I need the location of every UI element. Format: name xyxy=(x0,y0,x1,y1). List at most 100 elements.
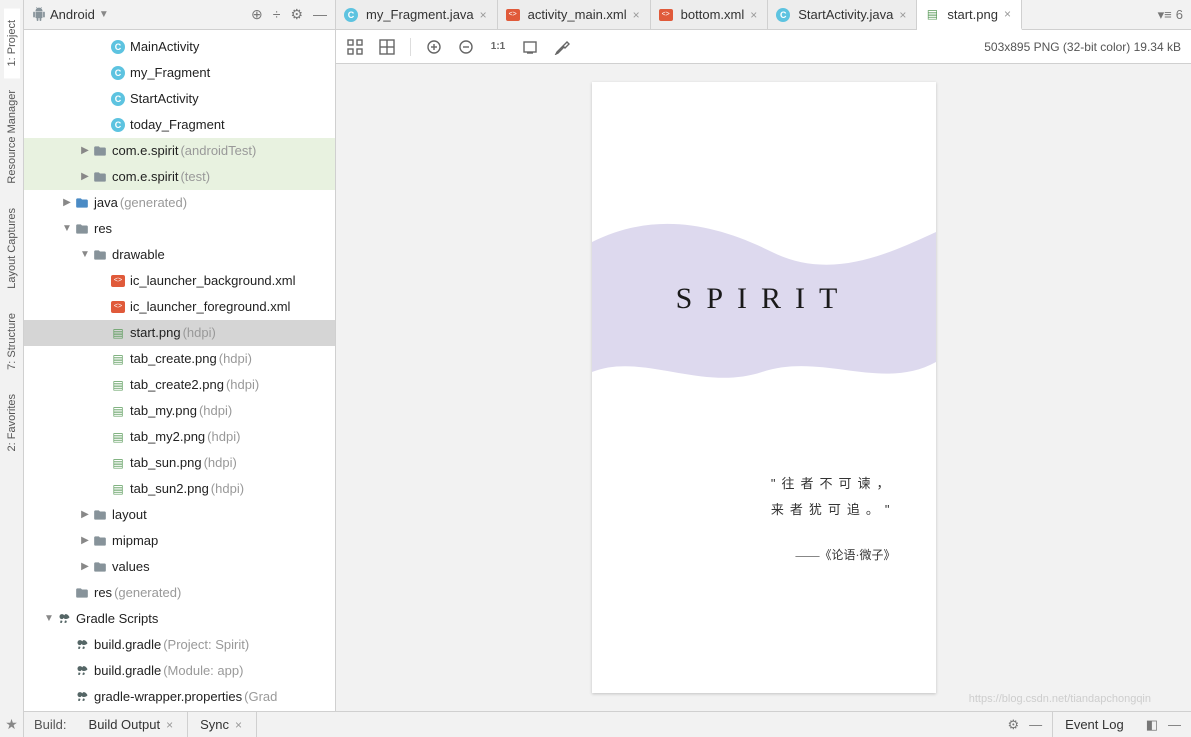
tree-row[interactable]: <>ic_launcher_foreground.xml xyxy=(24,294,335,320)
project-view-name: Android xyxy=(50,7,95,22)
project-tree[interactable]: CMainActivityCmy_FragmentCStartActivityC… xyxy=(24,30,336,711)
tree-row[interactable]: build.gradle (Project: Spirit) xyxy=(24,632,335,658)
rail-resource-manager[interactable]: Resource Manager xyxy=(4,78,20,196)
project-header: Android ▼ ⊕ ÷ ⚙ — xyxy=(24,0,335,30)
image-preview: SPIRIT "往者不可谏， 来者犹可追。" ——《论语·微子》 xyxy=(592,82,936,693)
tree-row[interactable]: build.gradle (Module: app) xyxy=(24,658,335,684)
tree-item-label: values xyxy=(112,559,150,574)
tree-item-label: StartActivity xyxy=(130,91,199,106)
tree-row[interactable]: CMainActivity xyxy=(24,34,335,60)
tree-row[interactable]: ▼ drawable xyxy=(24,242,335,268)
tree-row[interactable]: ▤start.png (hdpi) xyxy=(24,320,335,346)
tree-row[interactable]: ▼ res xyxy=(24,216,335,242)
collapse-all-icon[interactable]: ÷ xyxy=(273,6,281,23)
tree-row[interactable]: <>ic_launcher_background.xml xyxy=(24,268,335,294)
close-icon[interactable]: × xyxy=(233,718,244,732)
tree-item-hint: (test) xyxy=(180,169,210,184)
status-tab-sync[interactable]: Sync× xyxy=(188,712,257,737)
expand-icon[interactable]: ▼ xyxy=(78,249,92,260)
tree-item-hint: (hdpi) xyxy=(219,351,252,366)
close-icon[interactable]: × xyxy=(897,8,908,22)
select-tool-icon[interactable] xyxy=(346,38,364,56)
hide-panel-icon[interactable]: — xyxy=(313,6,327,23)
editor-tab[interactable]: ▤start.png× xyxy=(917,0,1022,30)
build-hide-icon[interactable]: — xyxy=(1029,717,1042,733)
close-icon[interactable]: × xyxy=(164,718,175,732)
tree-row[interactable]: ▶ layout xyxy=(24,502,335,528)
expand-icon[interactable]: ▶ xyxy=(78,145,92,156)
tree-row[interactable]: ▼ Gradle Scripts xyxy=(24,606,335,632)
status-menu-icon[interactable]: — xyxy=(1168,717,1181,732)
tab-label: activity_main.xml xyxy=(528,7,627,22)
editor-tab[interactable]: <>activity_main.xml× xyxy=(498,0,651,29)
rail-favorites[interactable]: 2: Favorites xyxy=(4,382,20,463)
tree-item-hint: (Grad xyxy=(244,689,277,704)
tree-item-label: drawable xyxy=(112,247,165,262)
tree-item-hint: (generated) xyxy=(120,195,187,210)
tree-item-label: layout xyxy=(112,507,147,522)
settings-gear-icon[interactable]: ⚙ xyxy=(290,6,303,23)
expand-icon[interactable]: ▶ xyxy=(78,509,92,520)
editor-tab[interactable]: Cmy_Fragment.java× xyxy=(336,0,498,29)
tree-row[interactable]: Ctoday_Fragment xyxy=(24,112,335,138)
tree-row[interactable]: ▶ com.e.spirit (test) xyxy=(24,164,335,190)
zoom-in-icon[interactable] xyxy=(425,38,443,56)
tabs-overflow[interactable]: ▾≡ 6 xyxy=(1150,0,1191,29)
tree-item-label: ic_launcher_background.xml xyxy=(130,273,295,288)
tree-row[interactable]: CStartActivity xyxy=(24,86,335,112)
tree-row[interactable]: ▤tab_create.png (hdpi) xyxy=(24,346,335,372)
expand-icon[interactable]: ▶ xyxy=(60,197,74,208)
grid-tool-icon[interactable] xyxy=(378,38,396,56)
editor-tab[interactable]: CStartActivity.java× xyxy=(768,0,917,29)
tree-row[interactable]: gradle-wrapper.properties (Grad xyxy=(24,684,335,710)
tree-row[interactable]: ▶mipmap xyxy=(24,528,335,554)
tree-row[interactable]: ▤tab_create2.png (hdpi) xyxy=(24,372,335,398)
rail-project[interactable]: 1: Project xyxy=(4,8,20,78)
tree-row[interactable]: ▶ values xyxy=(24,554,335,580)
tree-row[interactable]: ▤tab_my2.png (hdpi) xyxy=(24,424,335,450)
expand-icon[interactable]: ▶ xyxy=(78,535,92,546)
build-settings-icon[interactable]: ⚙ xyxy=(1008,717,1020,733)
tree-row[interactable]: ▶java (generated) xyxy=(24,190,335,216)
expand-icon[interactable]: ▼ xyxy=(42,613,56,624)
tree-row[interactable]: ▤tab_sun.png (hdpi) xyxy=(24,450,335,476)
main-area: Android ▼ ⊕ ÷ ⚙ — CMainActivityCmy_Fragm… xyxy=(24,0,1191,737)
tree-item-label: tab_create2.png xyxy=(130,377,224,392)
close-icon[interactable]: × xyxy=(631,8,642,22)
dropdown-arrow-icon: ▼ xyxy=(99,9,109,20)
status-tab-build-output[interactable]: Build Output× xyxy=(77,712,189,737)
status-event-log[interactable]: Event Log xyxy=(1053,712,1136,737)
expand-icon[interactable]: ▶ xyxy=(78,171,92,182)
close-icon[interactable]: × xyxy=(478,8,489,22)
tree-row[interactable]: ▤tab_my.png (hdpi) xyxy=(24,398,335,424)
bookmark-icon[interactable]: ★ xyxy=(5,712,18,737)
rail-layout-captures[interactable]: Layout Captures xyxy=(4,196,20,301)
select-opened-file-icon[interactable]: ⊕ xyxy=(251,6,263,23)
tree-row[interactable]: Cmy_Fragment xyxy=(24,60,335,86)
editor-tab[interactable]: <>bottom.xml× xyxy=(651,0,769,29)
tree-row[interactable]: res (generated) xyxy=(24,580,335,606)
zoom-out-icon[interactable] xyxy=(457,38,475,56)
tree-item-label: com.e.spirit xyxy=(112,169,178,184)
image-canvas[interactable]: SPIRIT "往者不可谏， 来者犹可追。" ——《论语·微子》 https:/… xyxy=(336,64,1191,711)
color-picker-icon[interactable] xyxy=(553,38,571,56)
tree-row[interactable]: ▤tab_sun2.png (hdpi) xyxy=(24,476,335,502)
tree-item-label: ic_launcher_foreground.xml xyxy=(130,299,290,314)
rail-structure[interactable]: 7: Structure xyxy=(4,301,20,382)
tree-item-label: Gradle Scripts xyxy=(76,611,158,626)
zoom-actual-icon[interactable]: 1:1 xyxy=(489,38,507,56)
close-icon[interactable]: × xyxy=(1002,7,1013,21)
expand-icon[interactable]: ▶ xyxy=(78,561,92,572)
expand-icon[interactable]: ▼ xyxy=(60,223,74,234)
tree-item-label: res xyxy=(94,221,112,236)
project-view-selector[interactable]: Android ▼ xyxy=(32,7,109,22)
close-icon[interactable]: × xyxy=(748,8,759,22)
status-indicator-icon[interactable]: ◧ xyxy=(1146,717,1158,733)
tree-item-hint: (androidTest) xyxy=(180,143,256,158)
tree-row[interactable]: ▶ com.e.spirit (androidTest) xyxy=(24,138,335,164)
tree-item-label: build.gradle xyxy=(94,663,161,678)
tree-item-hint: (Project: Spirit) xyxy=(163,637,249,652)
tree-item-label: res xyxy=(94,585,112,600)
tree-item-label: com.e.spirit xyxy=(112,143,178,158)
fit-zoom-icon[interactable] xyxy=(521,38,539,56)
